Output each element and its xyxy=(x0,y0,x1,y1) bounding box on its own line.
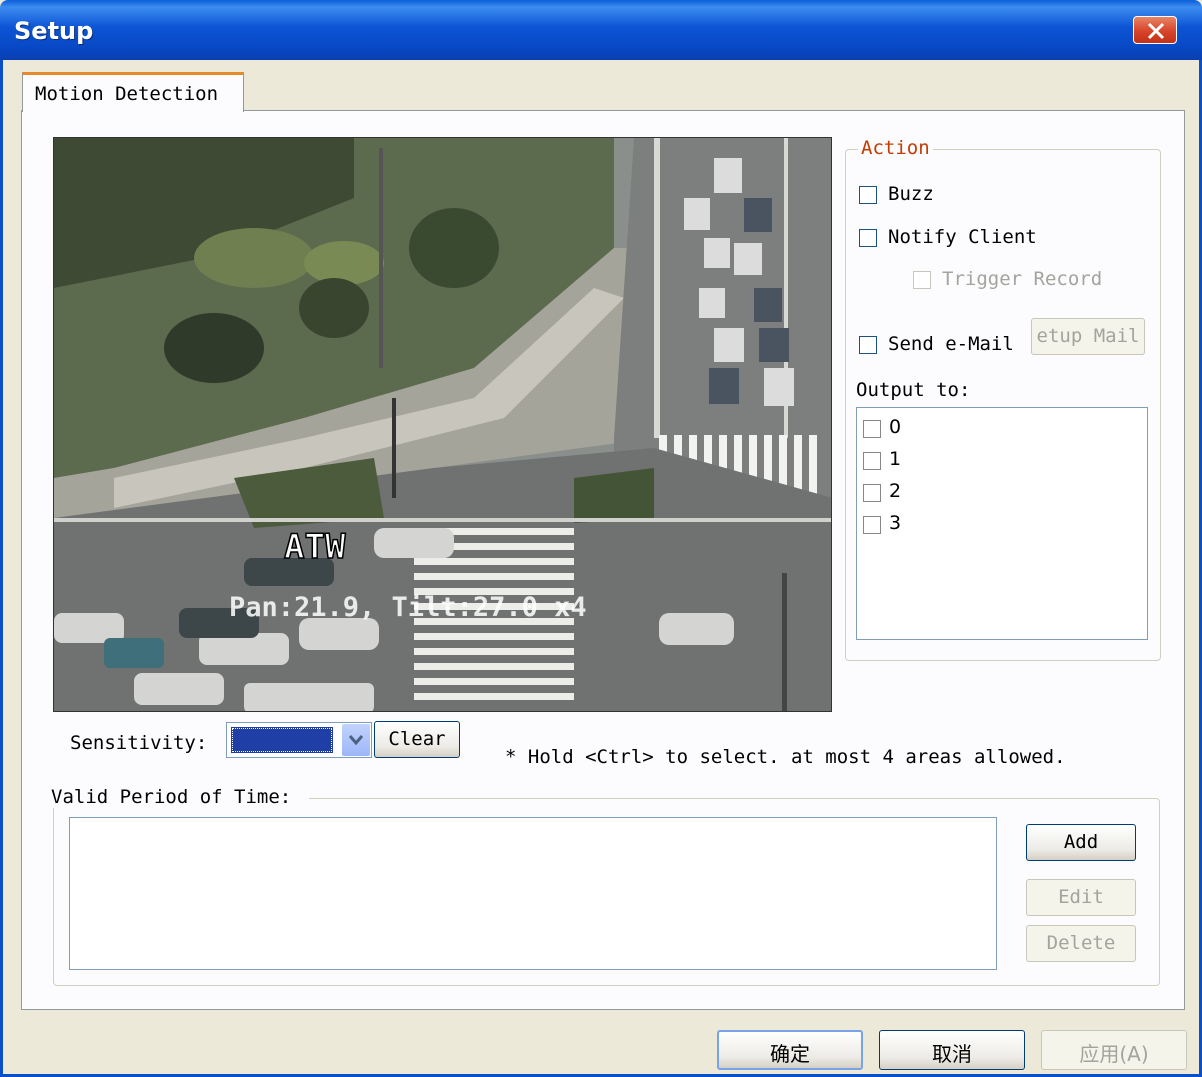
selection-hint: * Hold <Ctrl> to select. at most 4 areas… xyxy=(505,746,1066,768)
dropdown-button[interactable] xyxy=(342,724,370,756)
apply-button[interactable]: 应用(A) xyxy=(1041,1030,1187,1070)
edit-button[interactable]: Edit xyxy=(1026,879,1136,916)
output-list[interactable]: 0 1 2 3 xyxy=(856,407,1148,640)
notify-client-label: Notify Client xyxy=(888,226,1037,248)
window-title: Setup xyxy=(14,17,94,45)
ok-button-label: 确定 xyxy=(770,1042,810,1066)
title-bar[interactable]: Setup xyxy=(0,0,1202,60)
close-button[interactable] xyxy=(1133,16,1177,44)
output-1-checkbox[interactable] xyxy=(863,452,881,470)
add-button-label: Add xyxy=(1063,831,1099,853)
osd-label: ATW xyxy=(284,527,346,567)
output-to-label: Output to: xyxy=(856,379,971,401)
camera-image: ATW Pan:21.9, Tilt:27.0 x4 xyxy=(54,138,831,711)
cancel-button[interactable]: 取消 xyxy=(879,1030,1025,1070)
edit-button-label: Edit xyxy=(1058,886,1104,908)
delete-button-label: Delete xyxy=(1046,932,1116,954)
action-group-title: Action xyxy=(858,137,933,159)
sensitivity-label: Sensitivity: xyxy=(70,732,208,754)
valid-period-list[interactable] xyxy=(69,817,997,970)
tab-motion-detection[interactable]: Motion Detection xyxy=(22,72,244,112)
notify-client-checkbox[interactable] xyxy=(859,229,877,247)
output-0-label: 0 xyxy=(889,416,902,438)
send-email-label: Send e-Mail xyxy=(888,333,1014,355)
chevron-down-icon xyxy=(348,735,364,746)
ok-button[interactable]: 确定 xyxy=(717,1030,863,1070)
output-2-checkbox[interactable] xyxy=(863,484,881,502)
video-preview[interactable]: ATW Pan:21.9, Tilt:27.0 x4 xyxy=(53,137,832,712)
output-3-checkbox[interactable] xyxy=(863,516,881,534)
add-button[interactable]: Add xyxy=(1026,824,1136,861)
trigger-record-label: Trigger Record xyxy=(942,268,1103,290)
buzz-label: Buzz xyxy=(888,183,934,205)
output-0-checkbox[interactable] xyxy=(863,420,881,438)
sensitivity-select[interactable] xyxy=(226,722,372,758)
clear-button-label: Clear xyxy=(388,728,446,750)
output-3-label: 3 xyxy=(889,512,902,534)
clear-button[interactable]: Clear xyxy=(374,721,460,758)
output-2-label: 2 xyxy=(889,480,902,502)
delete-button[interactable]: Delete xyxy=(1026,925,1136,962)
output-1-label: 1 xyxy=(889,448,902,470)
sensitivity-color-swatch xyxy=(231,727,333,753)
setup-mail-label: etup Mail xyxy=(1036,325,1140,347)
osd-ptz-readout: Pan:21.9, Tilt:27.0 x4 xyxy=(229,592,587,623)
setup-mail-button[interactable]: etup Mail xyxy=(1031,318,1145,355)
cancel-button-label: 取消 xyxy=(932,1042,972,1066)
valid-period-title: Valid Period of Time: xyxy=(48,786,310,808)
close-icon xyxy=(1147,22,1165,40)
buzz-checkbox[interactable] xyxy=(859,186,877,204)
trigger-record-checkbox[interactable] xyxy=(913,271,931,289)
send-email-checkbox[interactable] xyxy=(859,336,877,354)
apply-button-label: 应用(A) xyxy=(1079,1042,1149,1066)
tab-label: Motion Detection xyxy=(35,83,219,105)
